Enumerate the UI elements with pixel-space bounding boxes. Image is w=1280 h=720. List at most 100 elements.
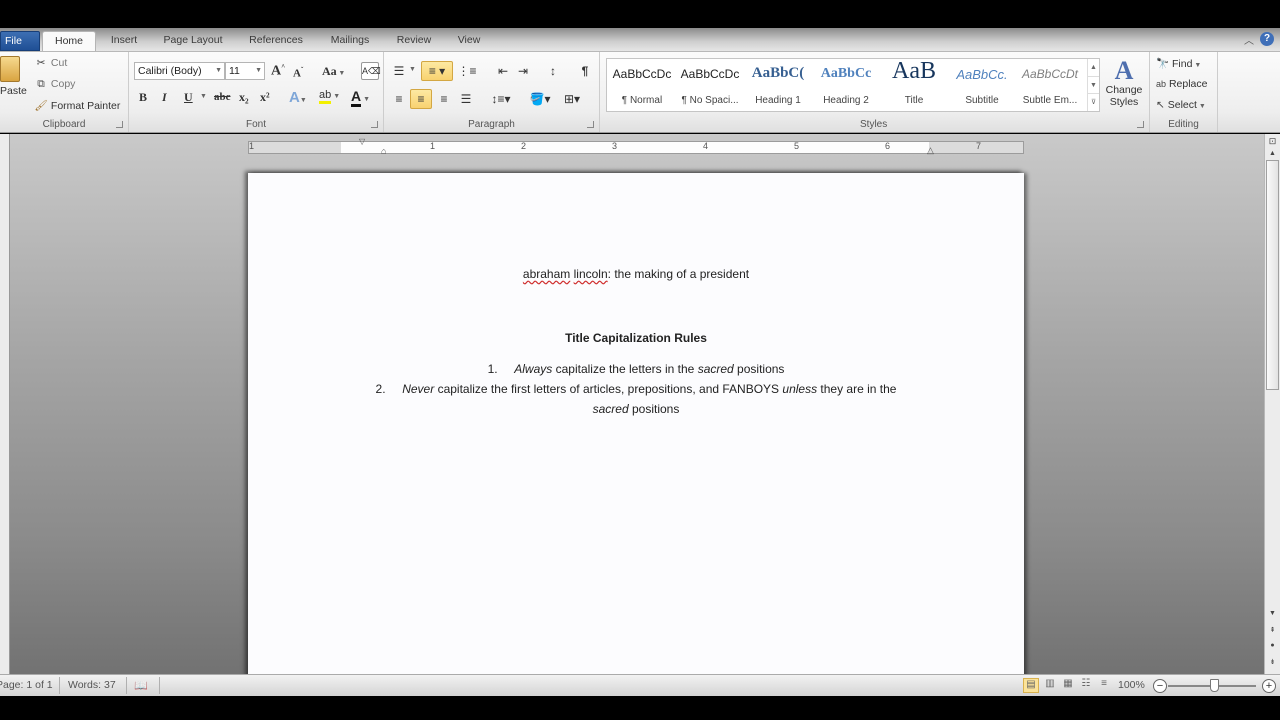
zoom-out-icon[interactable]: − xyxy=(1153,679,1167,693)
zoom-level[interactable]: 100% xyxy=(1118,679,1145,691)
select-browse-object-icon[interactable]: ● xyxy=(1265,642,1280,654)
change-case-button[interactable]: Aa ▼ xyxy=(322,64,345,79)
style-heading-1[interactable]: AaBbC( Heading 1 xyxy=(744,59,812,111)
cut-button[interactable]: ✂ Cut xyxy=(34,57,68,69)
style-title[interactable]: AaB Title xyxy=(880,59,948,111)
web-layout-icon[interactable]: ▦ xyxy=(1060,678,1076,693)
decrease-indent-icon[interactable]: ⇤ xyxy=(492,61,514,81)
copy-button[interactable]: ⧉ Copy xyxy=(34,78,75,91)
borders-icon[interactable]: ⊞▾ xyxy=(558,89,586,109)
misspelled-word[interactable]: lincoln xyxy=(574,267,608,281)
font-size-combo[interactable]: 11 ▼ xyxy=(225,62,265,80)
text-run: positions xyxy=(733,362,785,376)
draft-icon[interactable]: ≡ xyxy=(1096,678,1112,693)
next-page-icon[interactable]: ⇟ xyxy=(1265,658,1280,670)
find-label: Find xyxy=(1172,58,1193,70)
scroll-down-icon[interactable]: ▼ xyxy=(1265,610,1280,622)
vertical-scrollbar[interactable]: ⊡ ▲ ▼ ⇞ ● ⇟ xyxy=(1264,134,1280,674)
gallery-up-icon[interactable]: ▲ xyxy=(1088,59,1099,76)
styles-launcher-icon[interactable] xyxy=(1137,121,1144,128)
right-indent-marker[interactable]: △ xyxy=(927,145,934,156)
hanging-indent-marker[interactable]: ⌂ xyxy=(381,146,386,156)
proofing-icon[interactable]: 📖 xyxy=(134,679,148,692)
justify-icon[interactable]: ☰ xyxy=(455,89,477,109)
paste-button[interactable]: Paste xyxy=(0,56,27,110)
misspelled-word[interactable]: abraham xyxy=(523,267,570,281)
style-subtitle[interactable]: AaBbCc. Subtitle xyxy=(948,59,1016,111)
clipboard-launcher-icon[interactable] xyxy=(116,121,123,128)
tab-file[interactable]: File xyxy=(0,31,40,51)
format-painter-button[interactable]: 🖌 Format Painter xyxy=(34,99,120,112)
subscript-button[interactable]: x₂ xyxy=(239,90,249,105)
zoom-in-icon[interactable]: + xyxy=(1262,679,1276,693)
outline-icon[interactable]: ☷ xyxy=(1078,678,1094,693)
view-ruler-icon[interactable]: ⊡ xyxy=(1265,136,1280,148)
style-name: Subtitle xyxy=(965,95,999,106)
style-heading-2[interactable]: AaBbCc Heading 2 xyxy=(812,59,880,111)
font-color-button[interactable]: A ▼ xyxy=(351,88,370,107)
word-count[interactable]: Words: 37 xyxy=(68,679,116,691)
help-icon[interactable]: ? xyxy=(1260,32,1274,46)
bullets-dropdown-icon[interactable]: ▼ xyxy=(409,66,416,73)
clipboard-group: Paste ✂ Cut ⧉ Copy 🖌 Format Painter Clip… xyxy=(0,52,129,132)
style-preview: AaBbCcDt xyxy=(1021,67,1079,81)
scrollbar-thumb[interactable] xyxy=(1266,160,1279,390)
font-launcher-icon[interactable] xyxy=(371,121,378,128)
print-layout-icon[interactable]: ▤ xyxy=(1023,678,1039,693)
underline-dropdown-icon[interactable]: ▼ xyxy=(200,93,207,100)
find-button[interactable]: 🔭 Find ▼ xyxy=(1156,57,1201,70)
text-effects-icon[interactable]: A▼ xyxy=(289,89,307,106)
line-spacing-icon[interactable]: ↕≡▾ xyxy=(486,89,516,109)
grow-font-button[interactable]: A^ xyxy=(271,63,285,80)
minimize-ribbon-icon[interactable]: ︿ xyxy=(1244,32,1254,47)
ruler-number: 2 xyxy=(521,141,527,151)
underline-button[interactable]: U xyxy=(184,90,193,105)
multilevel-list-icon[interactable]: ⋮≡ xyxy=(456,61,478,81)
strikethrough-button[interactable]: abc xyxy=(214,91,231,103)
style-no-spacing[interactable]: AaBbCcDc ¶ No Spaci... xyxy=(676,59,744,111)
ruler-number: 3 xyxy=(612,141,618,151)
increase-indent-icon[interactable]: ⇥ xyxy=(512,61,534,81)
align-center-icon[interactable]: ≡ xyxy=(410,89,432,109)
style-subtle-emphasis[interactable]: AaBbCcDt Subtle Em... xyxy=(1016,59,1084,111)
style-preview: AaB xyxy=(892,59,936,84)
select-button[interactable]: ↖ Select ▼ xyxy=(1156,99,1206,111)
show-paragraph-marks-icon[interactable]: ¶ xyxy=(574,61,596,81)
first-line-indent-marker[interactable]: ▽ xyxy=(359,137,365,146)
tab-insert[interactable]: Insert xyxy=(104,31,144,51)
gallery-down-icon[interactable]: ▼ xyxy=(1088,76,1099,93)
font-name-combo[interactable]: Calibri (Body) ▼ xyxy=(134,62,225,80)
sort-icon[interactable]: ↕ xyxy=(542,61,564,81)
superscript-button[interactable]: x² xyxy=(260,90,270,105)
tab-review[interactable]: Review xyxy=(392,31,436,51)
paragraph-launcher-icon[interactable] xyxy=(587,121,594,128)
align-left-icon[interactable]: ≡ xyxy=(388,89,410,109)
horizontal-ruler[interactable]: 1 1 2 3 4 5 6 7 ▽ ⌂ △ xyxy=(248,137,1024,156)
tab-references[interactable]: References xyxy=(244,31,308,51)
replace-button[interactable]: ab Replace xyxy=(1156,78,1207,90)
ruler-number: 6 xyxy=(885,141,891,151)
align-right-icon[interactable]: ≡ xyxy=(433,89,455,109)
font-size-value: 11 xyxy=(229,65,240,77)
highlight-color-icon[interactable]: ab ▼ xyxy=(319,89,340,104)
document-page[interactable]: abraham lincoln: the making of a preside… xyxy=(248,173,1024,683)
shading-icon[interactable]: 🪣▾ xyxy=(526,89,554,109)
tab-page-layout[interactable]: Page Layout xyxy=(160,31,226,51)
shrink-font-button[interactable]: Aˇ xyxy=(293,66,303,80)
change-styles-button[interactable]: A Change Styles xyxy=(1104,58,1144,109)
style-normal[interactable]: AaBbCcDc ¶ Normal xyxy=(608,59,676,111)
bullets-icon[interactable]: ☰ xyxy=(388,61,410,81)
tab-home[interactable]: Home xyxy=(42,31,96,52)
page-count[interactable]: Page: 1 of 1 xyxy=(0,679,53,691)
numbering-icon[interactable]: ≡ ▾ xyxy=(421,61,453,81)
italic-button[interactable]: I xyxy=(162,90,167,105)
bold-button[interactable]: B xyxy=(139,90,147,105)
previous-page-icon[interactable]: ⇞ xyxy=(1265,626,1280,638)
tab-mailings[interactable]: Mailings xyxy=(324,31,376,51)
gallery-more-icon[interactable]: ⊽ xyxy=(1088,93,1099,110)
zoom-slider-thumb[interactable] xyxy=(1210,679,1219,692)
tab-view[interactable]: View xyxy=(452,31,486,51)
full-screen-reading-icon[interactable]: ▥ xyxy=(1042,678,1058,693)
clear-formatting-icon[interactable]: A⌫ xyxy=(361,62,381,80)
style-name: Title xyxy=(904,95,924,106)
